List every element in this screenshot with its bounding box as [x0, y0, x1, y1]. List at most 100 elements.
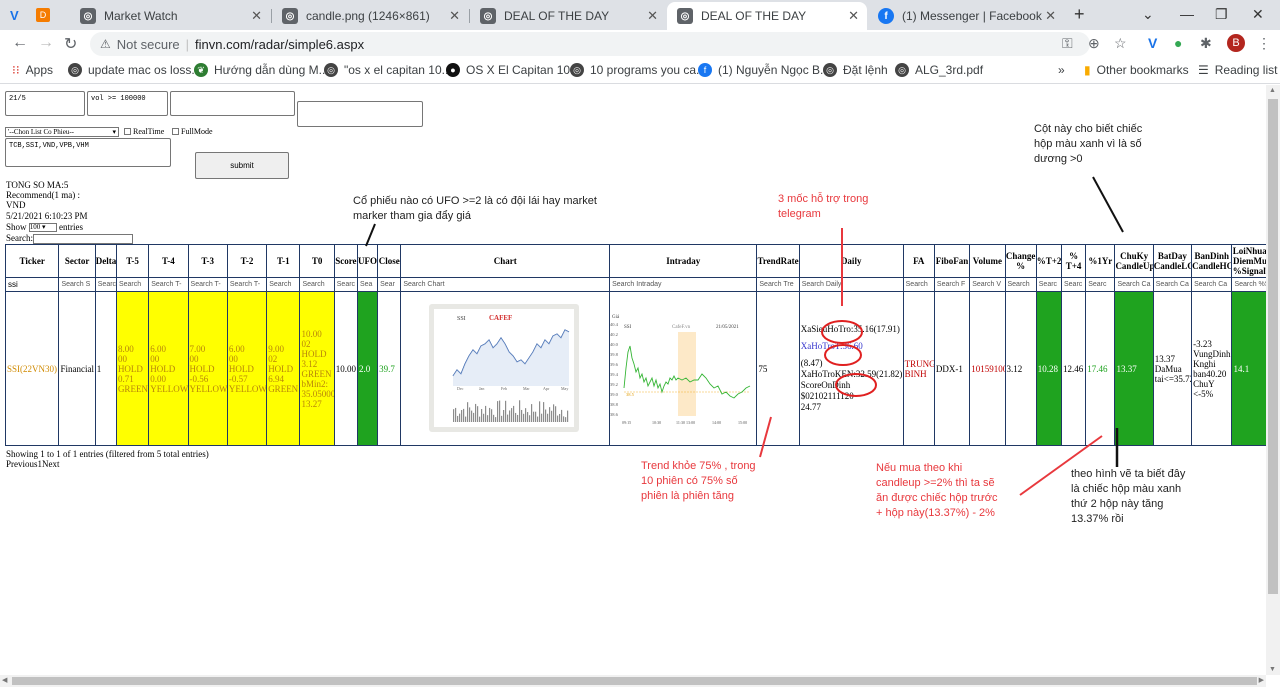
forward-icon[interactable]: →	[38, 34, 54, 52]
ticker-cell[interactable]: SSI(22VN30)	[4, 291, 60, 446]
col-header[interactable]: Close	[377, 244, 402, 278]
col-header[interactable]: BanDinh CandleHC	[1191, 244, 1233, 278]
back-icon[interactable]: ←	[12, 34, 28, 52]
bookmarks-overflow[interactable]: »	[1058, 63, 1065, 77]
filter-input[interactable]: Search Ca	[1114, 277, 1154, 292]
filter-input[interactable]: Searc	[1060, 277, 1087, 292]
d-app-icon[interactable]: D	[36, 8, 50, 22]
filter-input[interactable]: Searc	[1085, 277, 1116, 292]
new-tab-icon[interactable]: +	[1074, 4, 1085, 25]
filter-input[interactable]: Sear	[377, 277, 402, 292]
filter-input[interactable]: Search F	[933, 277, 971, 292]
submit-button[interactable]: submit	[195, 152, 289, 179]
tab-messenger[interactable]: f (1) Messenger | Facebook ✕	[868, 2, 1064, 30]
col-header[interactable]: Daily	[798, 244, 904, 278]
bookmark-item[interactable]: ❦ Hướng dẫn dùng M...	[194, 63, 329, 77]
stock-list-textarea[interactable]: TCB,SSI,VND,VPB,VHM	[5, 138, 171, 167]
vietstock-extension-icon[interactable]: V	[1148, 35, 1157, 51]
col-header[interactable]: % T+4	[1060, 244, 1087, 278]
filter-input[interactable]: Search T-	[187, 277, 228, 292]
filter-input[interactable]: Searc	[333, 277, 358, 292]
col-header[interactable]: T-2	[226, 244, 268, 278]
filter-input[interactable]: Search Ca	[1152, 277, 1193, 292]
bookmark-item[interactable]: ● OS X El Capitan 10....	[446, 63, 583, 77]
chart-cell[interactable]: SSI CAFEF Dec Jan Feb Mar Apr May	[400, 291, 611, 446]
col-header[interactable]: Chart	[400, 244, 611, 278]
horizontal-scrollbar[interactable]: ◀ ▶	[0, 675, 1266, 687]
bookmark-item[interactable]: ◎ "os x el capitan 10....	[324, 63, 455, 77]
col-header[interactable]: T-3	[187, 244, 228, 278]
bookmark-item[interactable]: ◎ 10 programs you ca...	[570, 63, 706, 77]
filter-input[interactable]: Search V	[969, 277, 1006, 292]
col-header[interactable]: Score	[333, 244, 358, 278]
menu-dots-icon[interactable]: ⋮	[1257, 35, 1271, 52]
filter-input[interactable]: Search Daily	[798, 277, 904, 292]
col-header[interactable]: Change %	[1004, 244, 1037, 278]
extra-input[interactable]	[297, 101, 423, 127]
green-extension-icon[interactable]: ●	[1174, 35, 1182, 51]
vertical-scrollbar[interactable]: ▲ ▼	[1266, 85, 1280, 675]
close-icon[interactable]: ✕	[647, 8, 658, 24]
filter-input[interactable]: Search	[94, 277, 117, 292]
col-header[interactable]: BatDay CandleLC	[1152, 244, 1193, 278]
intraday-chart[interactable]: Giá SSI CafeF.vn 21/05/2021 40.4 40.2 40…	[610, 308, 756, 428]
key-icon[interactable]: ⚿	[1062, 35, 1073, 52]
bookmark-other[interactable]: ▮ Other bookmarks	[1084, 63, 1189, 77]
col-header[interactable]: LoiNhuan DiemMua %SignalT	[1231, 244, 1266, 278]
checkbox-box[interactable]	[172, 128, 179, 135]
reload-icon[interactable]: ↻	[64, 34, 77, 54]
filter-input[interactable]: Search	[1004, 277, 1037, 292]
col-header[interactable]: Delta	[94, 244, 117, 278]
daily-chart-thumbnail[interactable]: SSI CAFEF Dec Jan Feb Mar Apr May	[429, 304, 580, 432]
col-header[interactable]: ChuKy CandleUp	[1114, 244, 1154, 278]
entries-select[interactable]: 100 ▾	[28, 223, 57, 233]
stock-list-select[interactable]: '--Chon List Co Phieu-- ▾	[5, 127, 119, 137]
close-icon[interactable]: ✕	[848, 8, 859, 24]
reading-list[interactable]: ☰ Reading list	[1198, 63, 1277, 77]
filter-input[interactable]: Search S	[58, 277, 96, 292]
scroll-right-icon[interactable]: ▶	[1259, 676, 1264, 684]
tab-candle-png[interactable]: ◎ candle.png (1246×861) ✕	[272, 2, 468, 30]
window-close-icon[interactable]: ✕	[1252, 6, 1264, 23]
filter-input[interactable]: Sea	[356, 277, 379, 292]
intraday-cell[interactable]: Giá SSI CafeF.vn 21/05/2021 40.4 40.2 40…	[609, 291, 758, 446]
bookmark-item[interactable]: f (1) Nguyễn Ngọc B...	[698, 63, 830, 77]
col-header[interactable]: FiboFan	[933, 244, 971, 278]
col-header[interactable]: Volume	[969, 244, 1006, 278]
close-icon[interactable]: ✕	[1045, 8, 1056, 24]
filter-input[interactable]: Search	[299, 277, 335, 292]
filter-textarea[interactable]: vol >= 100000	[87, 91, 168, 116]
close-icon[interactable]: ✕	[449, 8, 460, 24]
col-header[interactable]: Intraday	[609, 244, 758, 278]
filter-input[interactable]: Search T-	[226, 277, 268, 292]
filter-input[interactable]: Search Chart	[400, 277, 611, 292]
profile-avatar[interactable]: B	[1227, 34, 1245, 52]
filter-input[interactable]: Search Tre	[756, 277, 800, 292]
bookmark-apps[interactable]: ⁝⁝ Apps	[12, 63, 53, 77]
col-header[interactable]: FA	[902, 244, 935, 278]
scroll-up-icon[interactable]: ▲	[1269, 87, 1276, 94]
col-header[interactable]: Ticker	[4, 244, 60, 278]
filter-input[interactable]: Search Intraday	[609, 277, 758, 292]
col-header[interactable]: T-4	[148, 244, 189, 278]
filter-input[interactable]: Search	[115, 277, 150, 292]
tab-deal-of-the-day-1[interactable]: ◎ DEAL OF THE DAY ✕	[470, 2, 666, 30]
pagination[interactable]: Previous1Next	[6, 459, 209, 469]
col-header[interactable]: T0	[299, 244, 335, 278]
tab-deal-of-the-day-active[interactable]: ◎ DEAL OF THE DAY ✕	[667, 2, 867, 30]
tab-market-watch[interactable]: ◎ Market Watch ✕	[70, 2, 270, 30]
col-header[interactable]: TrendRate	[756, 244, 800, 278]
minimize-icon[interactable]: —	[1180, 6, 1194, 22]
date-textarea[interactable]: 21/5	[5, 91, 85, 116]
scroll-thumb[interactable]	[1268, 99, 1278, 594]
filter-input[interactable]: Searc	[1035, 277, 1062, 292]
maximize-icon[interactable]: ❐	[1215, 6, 1228, 23]
realtime-checkbox[interactable]: RealTime	[124, 127, 164, 136]
zoom-icon[interactable]: ⊕	[1088, 35, 1100, 52]
bookmark-item[interactable]: ◎ update mac os loss...	[68, 63, 201, 77]
filter-input[interactable]: Search	[266, 277, 301, 292]
col-header[interactable]: %T+2	[1035, 244, 1062, 278]
filter-input[interactable]: Search %S	[1231, 277, 1266, 292]
col-header[interactable]: T-5	[115, 244, 150, 278]
scroll-left-icon[interactable]: ◀	[2, 676, 7, 684]
